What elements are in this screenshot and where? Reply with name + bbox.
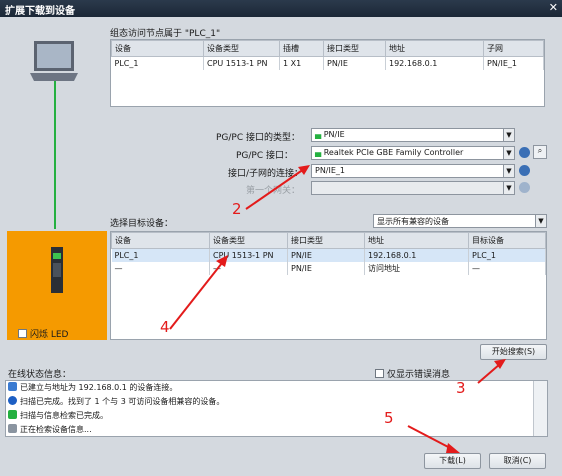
annotation-3: 3 xyxy=(456,379,466,397)
annotation-2: 2 xyxy=(232,200,242,218)
dialog-body: 组态访问节点属于 "PLC_1" 设备 设备类型 插槽 接口类型 地址 子网 P… xyxy=(0,17,562,476)
annotation-4: 4 xyxy=(160,318,170,336)
close-icon[interactable]: ✕ xyxy=(549,1,558,14)
window-title: 扩展下载到设备 xyxy=(5,6,75,17)
annotation-arrows xyxy=(169,165,506,453)
annotation-5: 5 xyxy=(384,409,394,427)
title-bar: 扩展下载到设备 ✕ xyxy=(0,0,562,17)
